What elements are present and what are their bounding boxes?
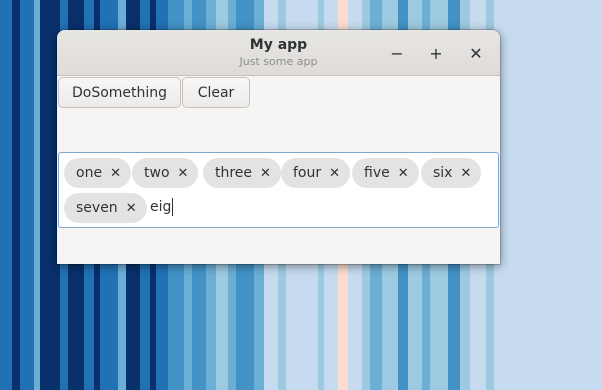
background-stripe [12,0,20,390]
background-stripe [0,0,12,390]
remove-tag-icon[interactable]: ✕ [398,166,409,181]
entry-text[interactable]: eig [150,198,174,216]
remove-tag-icon[interactable]: ✕ [126,201,137,216]
tag-label: five [364,165,390,181]
remove-tag-icon[interactable]: ✕ [460,166,471,181]
tag-label: two [144,165,170,181]
clear-button[interactable]: Clear [182,77,250,108]
tag-chip: one ✕ [64,158,131,188]
remove-tag-icon[interactable]: ✕ [178,166,189,181]
minimize-icon[interactable]: − [386,42,408,64]
text-caret [172,198,174,216]
tag-chip: three ✕ [203,158,281,188]
remove-tag-icon[interactable]: ✕ [329,166,340,181]
remove-tag-icon[interactable]: ✕ [260,166,271,181]
typed-text: eig [150,199,172,215]
tag-entry[interactable]: one ✕ two ✕ three ✕ four ✕ five ✕ six ✕ … [58,152,499,228]
tag-chip: two ✕ [132,158,199,188]
remove-tag-icon[interactable]: ✕ [110,166,121,181]
background-stripe [516,0,602,390]
tag-label: six [433,165,453,181]
tag-chip: four ✕ [281,158,351,188]
header-bar: My app Just some app − + ✕ [57,30,500,76]
tag-chip: five ✕ [352,158,419,188]
background-stripe [20,0,34,390]
tag-label: seven [76,200,118,216]
do-something-button[interactable]: DoSomething [58,77,181,108]
close-icon[interactable]: ✕ [465,42,487,64]
tag-label: four [293,165,322,181]
tag-chip: six ✕ [421,158,482,188]
app-window: My app Just some app − + ✕ DoSomething C… [57,30,500,264]
tag-label: one [76,165,103,181]
tag-chip: seven ✕ [64,193,147,223]
tag-label: three [215,165,253,181]
maximize-icon[interactable]: + [425,42,447,64]
